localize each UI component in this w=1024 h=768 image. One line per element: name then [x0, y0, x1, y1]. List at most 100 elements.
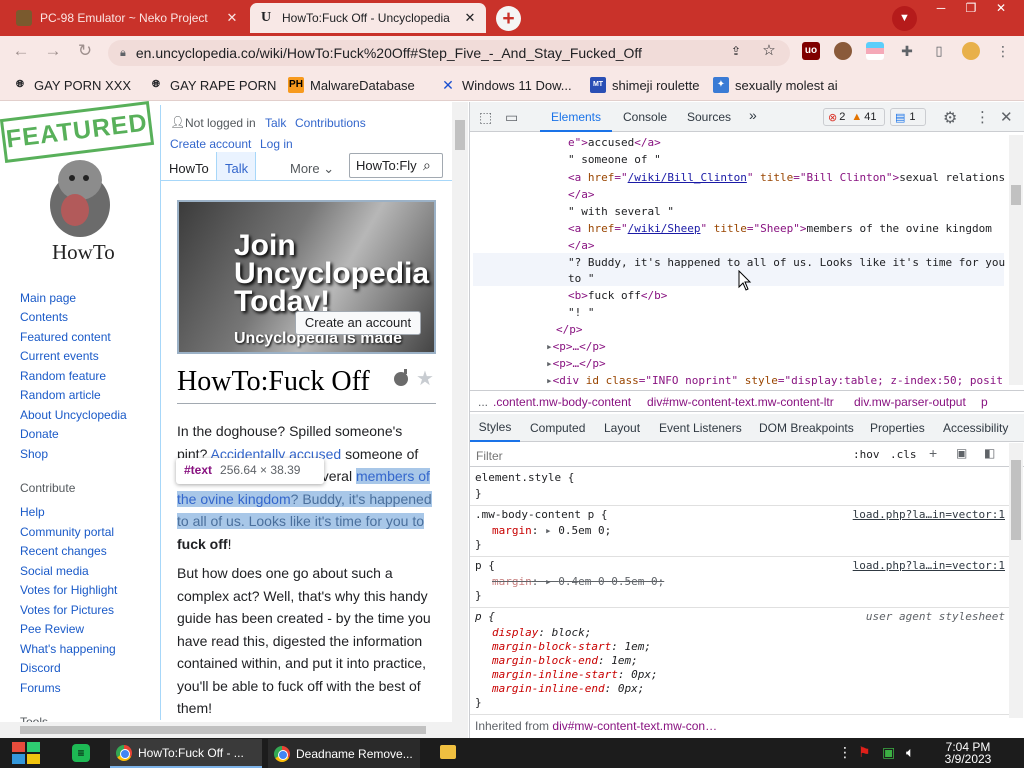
close-window-button[interactable]: ✕ — [986, 0, 1016, 17]
dom-line[interactable]: e">accused</a> — [568, 136, 661, 149]
devtools-menu-kebab-icon[interactable]: ⋮ — [975, 108, 990, 126]
taskbar-app-chrome-howto[interactable]: HowTo:Fuck Off - ... — [110, 739, 262, 768]
devtools-tab-elements[interactable]: Elements — [540, 102, 612, 132]
tab-pc98[interactable]: PC-98 Emulator ~ Neko Project ✕ — [8, 3, 248, 33]
messages-badge[interactable]: ▤ 1 — [890, 108, 926, 126]
expand-triangle-icon[interactable]: ▸ — [546, 374, 553, 387]
close-devtools-icon[interactable]: ✕ — [1000, 108, 1013, 126]
dom-line[interactable]: ▸<div id class="INFO noprint" style="dis… — [546, 374, 1003, 387]
share-icon[interactable]: ⇪ — [727, 42, 745, 60]
file-explorer-icon[interactable] — [440, 745, 456, 759]
nav-about[interactable]: About Uncyclopedia — [20, 408, 127, 422]
rule-selector[interactable]: .mw-body-content p { — [475, 508, 607, 521]
puzzle-extensions-icon[interactable]: ✚ — [898, 42, 916, 60]
create-account-link[interactable]: Create account — [170, 137, 251, 151]
tab-more[interactable]: More ⌄ — [290, 161, 334, 177]
dom-line[interactable]: "! " — [568, 306, 595, 319]
reload-icon[interactable]: ↻ — [74, 40, 96, 62]
nav-help[interactable]: Help — [20, 505, 45, 519]
style-property[interactable]: margin-inline-end: 0px; — [492, 682, 644, 695]
expand-triangle-icon[interactable]: ▸ — [546, 340, 553, 353]
tab-search-chevron-down-icon[interactable]: ▼ — [892, 6, 917, 31]
style-property[interactable]: margin-inline-start: 0px; — [492, 668, 658, 681]
dom-line-selected[interactable]: to " — [568, 272, 595, 285]
address-bar[interactable]: 🔒︎ en.uncyclopedia.co/wiki/HowTo:Fuck%20… — [108, 40, 790, 66]
new-tab-button[interactable]: + — [496, 6, 521, 31]
breadcrumb-item[interactable]: p — [981, 395, 988, 409]
dom-line[interactable]: ▸<p>…</p> — [546, 357, 606, 370]
dom-line[interactable]: <b>fuck off</b> — [568, 289, 667, 302]
style-property[interactable]: display: block; — [492, 626, 591, 639]
styles-scroll-thumb[interactable] — [1011, 460, 1021, 540]
more-tabs-chevron-icon[interactable]: » — [749, 107, 757, 123]
expand-triangle-icon[interactable]: ▸ — [546, 357, 553, 370]
subtab-accessibility[interactable]: Accessibility — [943, 421, 1008, 435]
style-property[interactable]: margin: ▸ 0.5em 0; — [492, 524, 611, 537]
ublock-icon[interactable]: uo — [802, 42, 820, 60]
create-account-button[interactable]: Create an account — [295, 311, 421, 335]
tab-uncyclopedia[interactable]: U HowTo:Fuck Off - Uncyclopedia ✕ — [250, 3, 486, 33]
dom-scrollbar[interactable] — [1009, 135, 1023, 385]
rule-selector[interactable]: element.style { — [475, 471, 574, 484]
spotify-icon[interactable]: ≡ — [72, 744, 90, 762]
breadcrumb-overflow[interactable]: ... — [478, 395, 488, 409]
nav-forums[interactable]: Forums — [20, 681, 61, 695]
nav-shop[interactable]: Shop — [20, 447, 48, 461]
log-in-link[interactable]: Log in — [260, 137, 293, 151]
subtab-event-listeners[interactable]: Event Listeners — [659, 421, 742, 435]
subtab-computed[interactable]: Computed — [530, 421, 585, 435]
volume-icon[interactable]: 🔈︎ — [906, 744, 914, 761]
star-icon[interactable]: ★ — [416, 366, 434, 391]
page-scroll-thumb[interactable] — [455, 120, 465, 150]
style-property-overridden[interactable]: margin: ▸ 0.4em 0 0.5em 0; — [492, 575, 664, 588]
profile-avatar-icon[interactable] — [962, 42, 980, 60]
dom-line[interactable]: </p> — [556, 323, 583, 336]
dom-line[interactable]: " with several " — [568, 205, 674, 218]
nav-social-media[interactable]: Social media — [20, 564, 89, 578]
search-icon[interactable]: ⌕ — [423, 157, 439, 173]
nav-main-page[interactable]: Main page — [20, 291, 76, 305]
bookmark-item[interactable]: MT shimeji roulette — [590, 77, 699, 93]
nav-random-feature[interactable]: Random feature — [20, 369, 106, 383]
subtab-layout[interactable]: Layout — [604, 421, 640, 435]
dom-line[interactable]: ▸<p>…</p> — [546, 340, 606, 353]
sidebar-toggle-icon[interactable]: ◧ — [984, 446, 995, 460]
nav-contents[interactable]: Contents — [20, 310, 68, 324]
taskbar-clock[interactable]: 7:04 PM 3/9/2023 — [940, 741, 996, 765]
page-vertical-scrollbar[interactable] — [452, 102, 468, 722]
tab-howto[interactable]: HowTo — [169, 161, 209, 176]
paint-icon[interactable]: ▣ — [956, 446, 967, 460]
nav-community-portal[interactable]: Community portal — [20, 525, 114, 539]
subtab-properties[interactable]: Properties — [870, 421, 925, 435]
cls-toggle[interactable]: .cls — [890, 448, 917, 461]
gear-icon[interactable]: ⚙ — [943, 108, 957, 128]
tray-kebab-icon[interactable]: ⋮ — [838, 744, 852, 761]
style-property[interactable]: margin-block-start: 1em; — [492, 640, 651, 653]
nav-random-article[interactable]: Random article — [20, 388, 101, 402]
breadcrumb-item[interactable]: div.mw-parser-output — [854, 395, 966, 409]
nav-donate[interactable]: Donate — [20, 427, 59, 441]
breadcrumb-item[interactable]: div#mw-content-text.mw-content-ltr — [647, 395, 834, 409]
nav-current-events[interactable]: Current events — [20, 349, 99, 363]
devtools-tab-console[interactable]: Console — [623, 110, 667, 124]
bookmark-star-icon[interactable]: ☆ — [760, 42, 778, 60]
nav-whats-happening[interactable]: What's happening — [20, 642, 116, 656]
nav-recent-changes[interactable]: Recent changes — [20, 544, 107, 558]
dom-line-selected[interactable]: "? Buddy, it's happened to all of us. Lo… — [568, 256, 1005, 269]
nav-votes-pictures[interactable]: Votes for Pictures — [20, 603, 114, 617]
dom-line[interactable]: <a href="/wiki/Sheep" title="Sheep">memb… — [568, 222, 992, 235]
subtab-styles[interactable]: Styles — [470, 414, 520, 442]
rule-selector[interactable]: p { — [475, 559, 495, 572]
page-hscroll-thumb[interactable] — [20, 726, 426, 734]
breadcrumb-item[interactable]: .content.mw-body-content — [493, 395, 631, 409]
bookmark-item[interactable]: ✕ Windows 11 Dow... — [440, 77, 571, 93]
flag-extension-icon[interactable] — [866, 42, 884, 60]
tray-flag-icon[interactable]: ⚑ — [858, 744, 871, 761]
rule-source-link[interactable]: load.php?la…in=vector:1 — [853, 508, 1005, 521]
errors-warnings-badge[interactable]: ⊗ 2 ▲ 41 — [823, 108, 885, 126]
site-logo-text[interactable]: HowTo — [52, 240, 115, 265]
nav-votes-highlight[interactable]: Votes for Highlight — [20, 583, 117, 597]
hov-toggle[interactable]: :hov — [853, 448, 880, 461]
device-toggle-icon[interactable]: ▭ — [505, 109, 518, 126]
dom-line[interactable]: </a> — [568, 188, 595, 201]
